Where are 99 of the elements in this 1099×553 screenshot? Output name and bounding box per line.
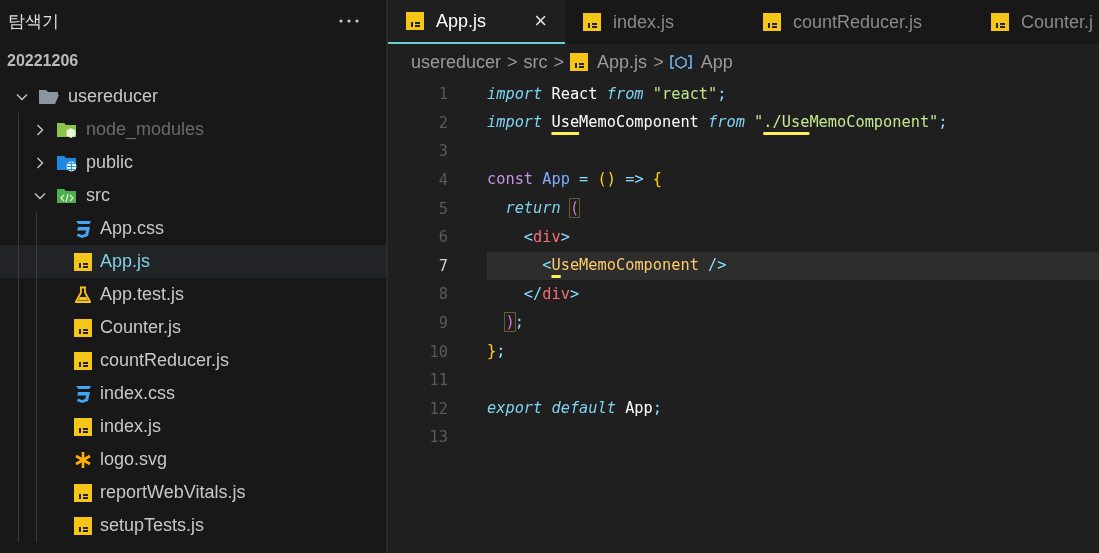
breadcrumb-separator: > — [507, 51, 518, 73]
code-token: } — [487, 341, 497, 362]
code-token: App — [542, 169, 571, 191]
code-token: ) — [504, 312, 515, 334]
code-token: { — [652, 169, 663, 191]
line-number: 6 — [437, 228, 448, 247]
tree-item[interactable]: reportWebVitals.js — [0, 476, 386, 509]
code-token: </ — [522, 283, 543, 305]
line-number: 8 — [437, 285, 448, 304]
tree-item[interactable]: index.css — [0, 377, 386, 410]
code-token: const — [487, 169, 535, 191]
line-number: 4 — [437, 171, 448, 190]
tree-item[interactable]: src — [0, 179, 386, 212]
code-token: import — [487, 112, 544, 134]
line-number: 9 — [437, 314, 448, 333]
flask-icon — [74, 285, 92, 304]
line-number: 1 — [437, 85, 448, 104]
code-token: ; — [652, 398, 662, 420]
line-number: 11 — [428, 371, 448, 390]
line-number: 2 — [437, 113, 448, 132]
code-token: > — [560, 226, 570, 248]
code-token: = — [579, 169, 590, 191]
breadcrumb-item[interactable]: App — [669, 51, 733, 73]
close-button[interactable]: × — [534, 8, 547, 34]
editor-tab[interactable]: countReducer.js — [745, 0, 973, 44]
tree-item[interactable]: logo.svg — [0, 443, 386, 476]
js-file-icon — [570, 53, 589, 71]
tree-item[interactable]: usereducer — [0, 80, 386, 113]
breadcrumb-item[interactable]: usereducer — [411, 51, 502, 73]
code-token: ; — [514, 312, 524, 334]
code-token: export default — [487, 398, 617, 420]
breadcrumb-item[interactable]: src — [523, 51, 548, 73]
code-token: ; — [938, 112, 948, 134]
js-file-icon — [406, 12, 424, 30]
code-token: import — [487, 83, 544, 105]
js-file-icon — [74, 417, 92, 436]
code-token: ; — [496, 341, 506, 362]
js-file-icon — [991, 13, 1009, 31]
folder-icon — [38, 87, 60, 106]
tree-item[interactable]: countReducer.js — [0, 344, 386, 377]
editor-tab[interactable]: index.js — [565, 0, 745, 44]
editor-tab[interactable]: Counter.j — [973, 0, 1099, 44]
breadcrumb-item[interactable]: App.js — [570, 51, 648, 73]
tree-item[interactable]: App.js — [0, 245, 386, 278]
code-token: () — [597, 169, 617, 191]
css-file-icon — [74, 219, 92, 238]
code-token: ( — [569, 198, 580, 220]
code-token: React — [551, 83, 599, 105]
code-token: /> — [708, 255, 727, 277]
js-file-icon — [763, 13, 781, 31]
symbol-icon — [669, 54, 692, 70]
tree-item[interactable]: index.js — [0, 410, 386, 443]
editor-tab[interactable]: App.js × — [388, 0, 565, 44]
line-number: 7 — [437, 256, 448, 275]
code-token: MemoComponent — [579, 112, 700, 134]
line-number: 10 — [428, 342, 448, 361]
code-token: App — [625, 398, 653, 420]
workspace-title[interactable]: 20221206 — [0, 42, 386, 80]
code-token: < — [522, 226, 534, 248]
js-file-icon — [74, 483, 92, 502]
tree-item[interactable]: setupTests.js — [0, 509, 386, 542]
code-token: Use — [551, 112, 580, 134]
folder-icon — [56, 153, 78, 172]
tree-item[interactable]: Counter.js — [0, 311, 386, 344]
code-token: "react" — [652, 83, 718, 105]
js-file-icon — [74, 252, 92, 271]
code-token: from — [606, 83, 645, 105]
js-file-icon — [74, 318, 92, 337]
js-file-icon — [74, 351, 92, 370]
code-token: U — [551, 255, 561, 277]
line-number: 13 — [428, 428, 448, 447]
asterisk-icon — [74, 450, 92, 469]
more-icon[interactable] — [339, 19, 359, 23]
breadcrumb-separator: > — [553, 51, 565, 73]
js-file-icon — [583, 13, 601, 31]
code-token: div — [533, 226, 561, 248]
folder-icon — [56, 186, 78, 205]
code-token: from — [708, 112, 746, 134]
code-token: seMemoComponent — [560, 255, 700, 277]
line-number: 12 — [428, 399, 448, 418]
code-token: MemoComponent" — [809, 112, 939, 134]
tree-item[interactable]: App.test.js — [0, 278, 386, 311]
code-token: ; — [717, 83, 727, 105]
code-token: < — [541, 255, 552, 277]
css-file-icon — [74, 384, 92, 403]
code-token: > — [569, 283, 580, 305]
code-token: ./Use — [763, 112, 810, 134]
code-token: " — [754, 112, 764, 134]
breadcrumb-separator: > — [653, 51, 664, 73]
code-token: div — [542, 283, 570, 305]
line-number: 3 — [437, 142, 448, 161]
js-file-icon — [74, 516, 92, 535]
tree-item[interactable]: App.css — [0, 212, 386, 245]
sidebar-title: 탐색기 — [8, 10, 59, 33]
tree-item[interactable]: public — [0, 146, 386, 179]
code-token: => — [625, 169, 645, 191]
folder-icon — [56, 120, 78, 139]
code-token: return — [504, 198, 562, 220]
line-number: 5 — [437, 199, 448, 218]
